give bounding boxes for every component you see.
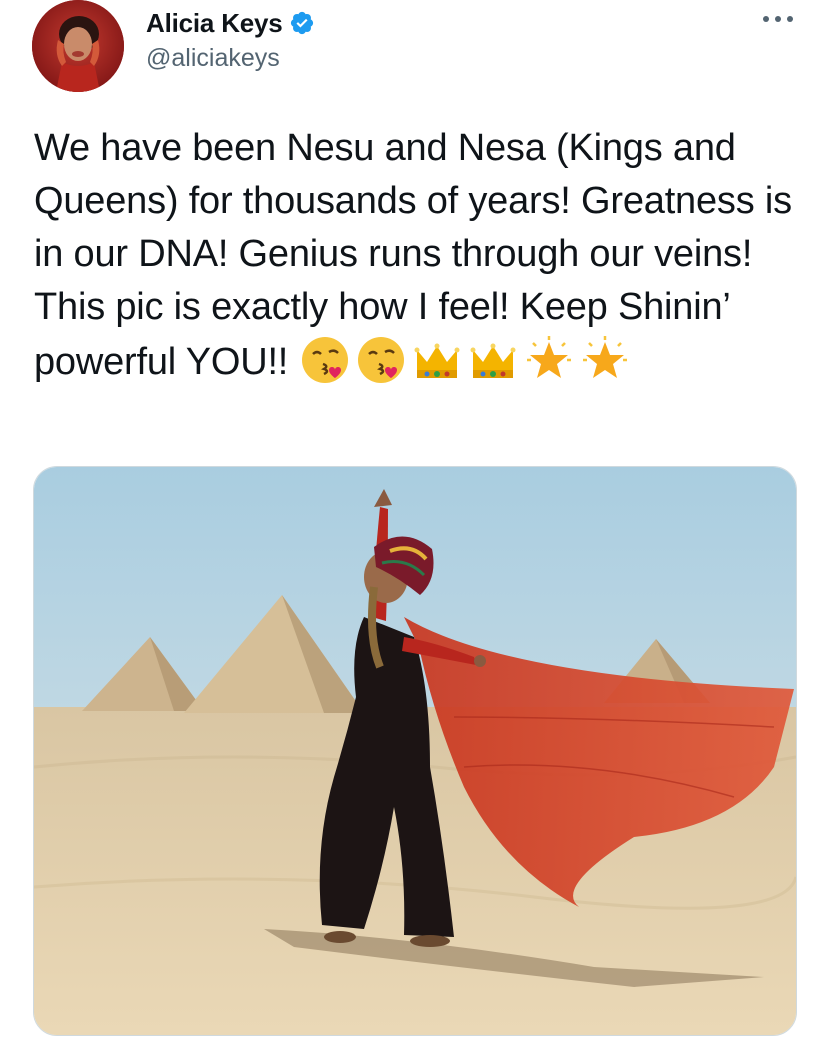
crown-emoji-icon <box>414 343 460 378</box>
name-row[interactable]: Alicia Keys <box>146 6 315 40</box>
display-name[interactable]: Alicia Keys <box>146 8 283 39</box>
verified-badge-icon <box>290 11 313 35</box>
tweet-photo[interactable] <box>33 466 797 1036</box>
kissing-face-emoji-icon <box>357 337 404 383</box>
tweet-header: Alicia Keys @aliciakeys <box>0 0 828 110</box>
more-dots-icon[interactable] <box>758 4 798 34</box>
photo-woman-at-pyramids <box>34 467 796 1035</box>
glowing-star-emoji-icon <box>582 336 627 378</box>
user-handle[interactable]: @aliciakeys <box>146 44 280 73</box>
glowing-star-emoji-icon <box>526 336 571 378</box>
tweet-text: We have been Nesu and Nesa (Kings and Qu… <box>34 122 794 389</box>
emoji-row <box>299 336 635 383</box>
avatar-image <box>32 0 124 92</box>
crown-emoji-icon <box>470 343 516 378</box>
avatar[interactable] <box>32 0 124 92</box>
kissing-face-emoji-icon <box>301 337 348 383</box>
